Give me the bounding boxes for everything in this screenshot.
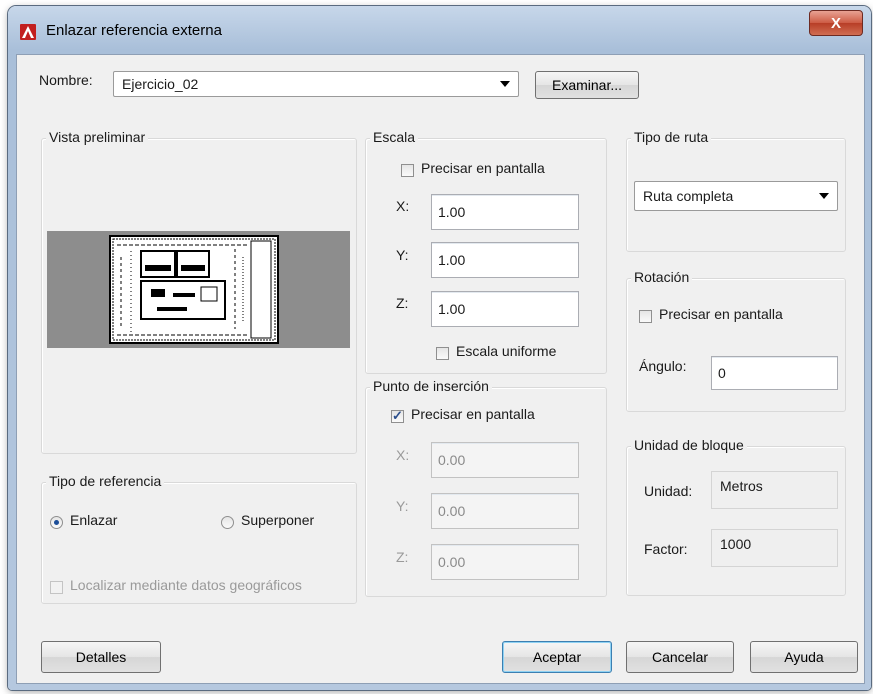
block-unit-group: Unidad de bloque	[626, 437, 846, 596]
overlay-radio[interactable]	[221, 516, 234, 529]
scale-title: Escala	[370, 129, 419, 145]
chevron-down-icon	[500, 81, 510, 87]
rotation-group: Rotación	[626, 269, 846, 412]
uniform-scale-label: Escala uniforme	[456, 343, 557, 359]
name-value: Ejercicio_02	[122, 76, 199, 92]
uniform-scale-checkbox[interactable]	[436, 347, 449, 360]
preview-image	[47, 231, 350, 348]
rotation-specify-checkbox[interactable]	[639, 310, 652, 323]
geo-locate-label: Localizar mediante datos geográficos	[70, 577, 302, 593]
insertion-y-value: 0.00	[438, 503, 466, 519]
unit-value-field: Metros	[711, 471, 838, 509]
path-type-title: Tipo de ruta	[631, 129, 712, 145]
scale-x-label: X:	[396, 198, 410, 214]
cancel-button[interactable]: Cancelar	[626, 641, 734, 673]
help-button-label: Ayuda	[784, 649, 824, 665]
unit-label: Unidad:	[644, 483, 693, 499]
browse-button[interactable]: Examinar...	[535, 71, 639, 99]
block-unit-title: Unidad de bloque	[631, 437, 747, 453]
insertion-y-input[interactable]: 0.00	[431, 493, 579, 529]
scale-z-value: 1.00	[438, 301, 466, 317]
scale-z-input[interactable]: 1.00	[431, 291, 579, 327]
rotation-title: Rotación	[631, 269, 693, 285]
scale-specify-checkbox[interactable]	[401, 164, 414, 177]
insertion-x-value: 0.00	[438, 452, 466, 468]
factor-value-field: 1000	[711, 529, 838, 567]
angle-input[interactable]: 0	[711, 356, 838, 390]
details-button[interactable]: Detalles	[41, 641, 161, 673]
title-bar[interactable]: Enlazar referencia externa X	[8, 6, 871, 54]
reference-type-title: Tipo de referencia	[46, 473, 165, 489]
preview-group: Vista preliminar	[41, 129, 357, 454]
insertion-title: Punto de inserción	[370, 378, 492, 394]
window-title: Enlazar referencia externa	[46, 22, 222, 39]
ok-button-label: Aceptar	[532, 649, 582, 665]
scale-z-label: Z:	[396, 295, 409, 311]
browse-button-label: Examinar...	[551, 77, 623, 93]
close-button[interactable]: X	[809, 10, 863, 36]
drawing-thumbnail	[109, 235, 279, 344]
insertion-x-label: X:	[396, 447, 410, 463]
scale-x-value: 1.00	[438, 204, 466, 220]
angle-value: 0	[718, 365, 726, 381]
rotation-specify-label: Precisar en pantalla	[659, 306, 783, 322]
unit-value: Metros	[720, 478, 763, 494]
dialog-window: Enlazar referencia externa X Nombre: Eje…	[8, 6, 871, 690]
scale-y-label: Y:	[396, 247, 409, 263]
factor-value: 1000	[720, 536, 752, 552]
ok-button[interactable]: Aceptar	[502, 641, 612, 673]
insertion-x-input[interactable]: 0.00	[431, 442, 579, 478]
close-icon: X	[830, 14, 841, 32]
scale-specify-label: Precisar en pantalla	[421, 160, 545, 176]
geo-locate-checkbox[interactable]	[50, 581, 63, 594]
insertion-y-label: Y:	[396, 498, 409, 514]
scale-y-input[interactable]: 1.00	[431, 242, 579, 278]
insertion-z-value: 0.00	[438, 554, 466, 570]
floor-plan-drawing	[112, 238, 276, 341]
insertion-specify-checkbox[interactable]	[391, 408, 404, 424]
dialog-client: Nombre: Ejercicio_02 Examinar... Vista p…	[16, 54, 865, 684]
chevron-down-icon	[819, 193, 829, 199]
insertion-z-input[interactable]: 0.00	[431, 544, 579, 580]
angle-label: Ángulo:	[639, 358, 687, 374]
attach-label: Enlazar	[70, 512, 118, 528]
factor-label: Factor:	[644, 541, 688, 557]
insertion-specify-label: Precisar en pantalla	[411, 406, 535, 422]
path-type-dropdown[interactable]: Ruta completa	[634, 181, 838, 211]
scale-y-value: 1.00	[438, 252, 466, 268]
cancel-button-label: Cancelar	[651, 649, 709, 665]
name-dropdown[interactable]: Ejercicio_02	[113, 71, 519, 97]
autocad-icon	[20, 24, 36, 40]
details-button-label: Detalles	[75, 649, 127, 665]
scale-x-input[interactable]: 1.00	[431, 194, 579, 230]
help-button[interactable]: Ayuda	[750, 641, 858, 673]
path-type-value: Ruta completa	[643, 188, 734, 204]
insertion-z-label: Z:	[396, 549, 409, 565]
overlay-label: Superponer	[241, 512, 315, 528]
name-label: Nombre:	[39, 72, 93, 88]
preview-title: Vista preliminar	[46, 129, 149, 145]
attach-radio[interactable]	[50, 516, 63, 529]
